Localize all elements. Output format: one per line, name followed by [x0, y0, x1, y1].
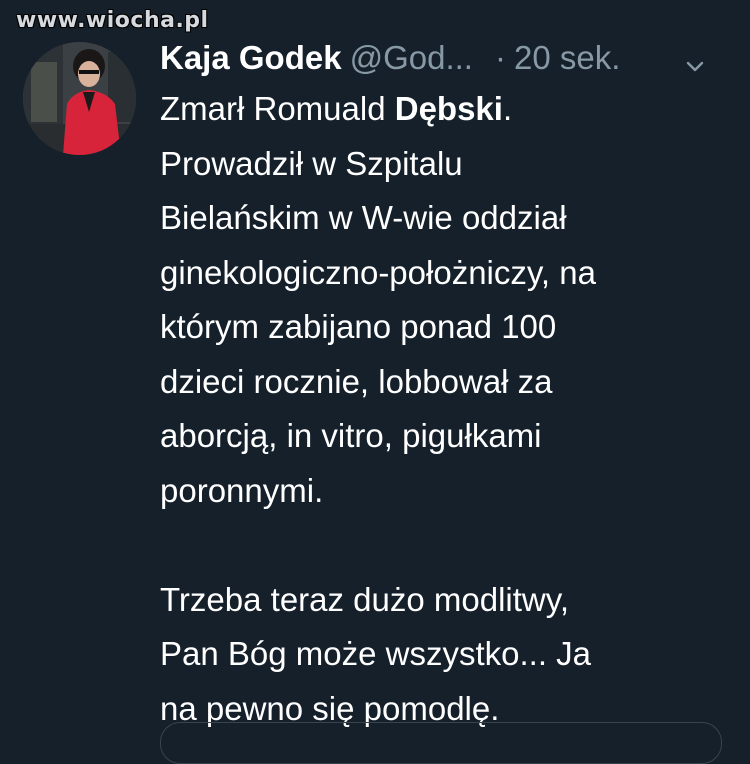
tweet-text-bold: Dębski — [394, 90, 503, 127]
tweet-text-span: . — [502, 90, 513, 127]
tweet-line: Zmarł Romuald Dębski. — [160, 82, 730, 137]
author-handle[interactable]: @God... — [350, 39, 473, 77]
author-name[interactable]: Kaja Godek — [160, 39, 342, 77]
tweet-text: Zmarł Romuald Dębski. Prowadził w Szpita… — [160, 82, 730, 736]
tweet-line: poronnymi. — [160, 471, 324, 509]
tweet-line: Bielańskim w W-wie oddział — [160, 199, 567, 236]
avatar-photo — [23, 42, 136, 155]
tweet-text-span: Zmarł Romuald — [160, 90, 395, 127]
quoted-card-edge[interactable] — [160, 722, 722, 764]
tweet-header: Kaja Godek @God... · 20 sek. — [160, 36, 730, 80]
tweet-line: ginekologiczno-położniczy, na — [160, 253, 596, 291]
tweet-line: Pan Bóg może wszystko... Ja — [160, 635, 592, 672]
separator-dot: · — [494, 39, 506, 76]
tweet-line: którym zabijano ponad 100 — [160, 308, 557, 345]
tweet-line: Trzeba teraz dużo modlitwy, — [160, 580, 569, 618]
chevron-down-icon[interactable] — [684, 48, 706, 72]
tweet-line: aborcją, in vitro, pigułkami — [160, 417, 542, 454]
timestamp[interactable]: 20 sek. — [514, 39, 620, 77]
avatar[interactable] — [23, 42, 136, 155]
tweet-line: dzieci rocznie, lobbował za — [160, 362, 553, 400]
tweet-line: Prowadził w Szpitalu — [160, 144, 463, 182]
watermark: www.wiocha.pl — [16, 8, 209, 33]
